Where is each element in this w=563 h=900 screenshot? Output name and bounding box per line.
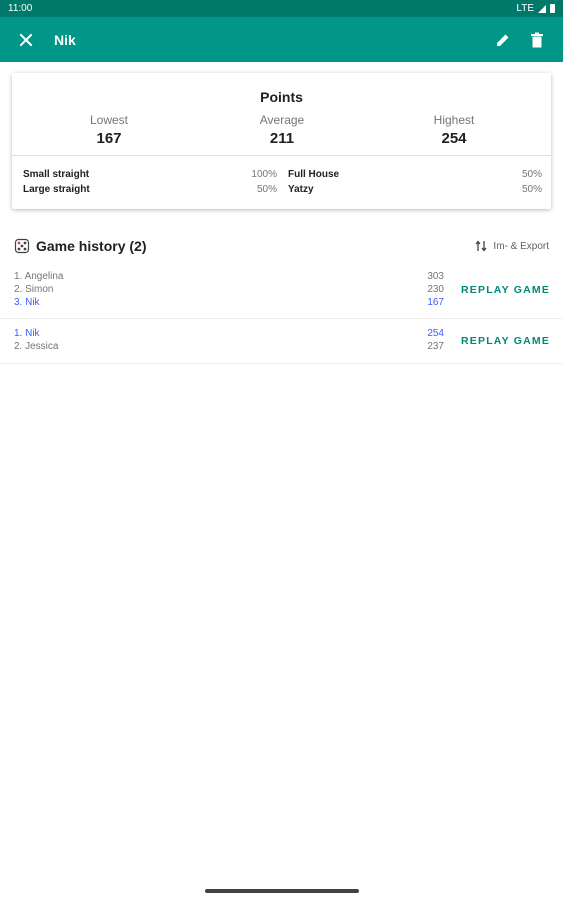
- player-score: 230: [427, 284, 444, 295]
- replay-game-button[interactable]: REPLAY GAME: [461, 284, 550, 296]
- edit-button[interactable]: [491, 28, 515, 52]
- score-list: 303 230 167: [400, 270, 444, 309]
- delete-button[interactable]: [525, 28, 549, 52]
- points-title: Points: [260, 89, 303, 105]
- stat-average: Average 211: [222, 113, 342, 147]
- score-list: 254 237: [400, 327, 444, 353]
- stat-highest-value: 254: [441, 130, 467, 147]
- delete-icon: [531, 32, 543, 47]
- player-score: 303: [427, 271, 444, 282]
- card-divider: [12, 155, 551, 156]
- combo-name: Yatzy: [288, 184, 314, 195]
- import-export-button[interactable]: Im- & Export: [475, 240, 549, 252]
- network-label: LTE: [516, 3, 534, 14]
- swap-vertical-icon: [475, 240, 487, 252]
- import-export-label: Im- & Export: [493, 240, 549, 252]
- edit-icon: [497, 34, 509, 46]
- stat-average-label: Average: [259, 113, 305, 127]
- player-name: 1. Angelina: [14, 271, 64, 282]
- points-card: Points Lowest 167 Average 211 Highest 25…: [12, 73, 551, 209]
- combo-name: Small straight: [23, 169, 90, 180]
- page-title: Nik: [54, 31, 76, 48]
- stat-average-value: 211: [269, 130, 295, 147]
- combo-percent: 50%: [256, 184, 277, 195]
- stat-highest-label: Highest: [433, 113, 475, 127]
- player-name: 2. Simon: [14, 284, 54, 295]
- combo-yatzy: Yatzy 50%: [288, 184, 542, 195]
- combo-name: Full House: [288, 169, 340, 180]
- signal-icon: [538, 4, 546, 13]
- status-time: 11:00: [8, 3, 33, 14]
- combo-percent: 50%: [521, 169, 542, 180]
- navigation-handle[interactable]: [205, 889, 359, 893]
- battery-icon: [550, 4, 555, 13]
- player-name: 1. Nik: [14, 328, 40, 339]
- stat-lowest: Lowest 167: [49, 113, 169, 147]
- history-header: Game history (2) Im- & Export: [14, 236, 549, 256]
- player-name: 2. Jessica: [14, 341, 59, 352]
- player-list: 1. Angelina 2. Simon 3. Nik: [14, 270, 64, 309]
- game-row: 1. Angelina 2. Simon 3. Nik 303 230 167 …: [0, 270, 563, 319]
- history-title: Game history (2): [36, 238, 147, 254]
- game-row: 1. Nik 2. Jessica 254 237 REPLAY GAME: [0, 327, 563, 364]
- combo-small-straight: Small straight 100%: [23, 169, 277, 180]
- player-list: 1. Nik 2. Jessica: [14, 327, 58, 353]
- combo-percent: 50%: [521, 184, 542, 195]
- stat-highest: Highest 254: [394, 113, 514, 147]
- combo-percent: 100%: [251, 169, 277, 180]
- app-bar: Nik: [0, 17, 563, 62]
- stat-lowest-label: Lowest: [89, 113, 129, 127]
- combo-full-house: Full House 50%: [288, 169, 542, 180]
- player-score: 167: [427, 297, 444, 308]
- status-icons: LTE: [516, 3, 555, 14]
- dice-icon: [14, 238, 30, 254]
- replay-game-button[interactable]: REPLAY GAME: [461, 335, 550, 347]
- combo-name: Large straight: [23, 184, 90, 195]
- player-score: 254: [427, 328, 444, 339]
- player-score: 237: [427, 341, 444, 352]
- stat-lowest-value: 167: [96, 130, 122, 147]
- close-icon: [19, 33, 33, 46]
- status-bar: 11:00 LTE: [0, 0, 563, 17]
- combo-large-straight: Large straight 50%: [23, 184, 277, 195]
- close-button[interactable]: [14, 28, 38, 52]
- player-name: 3. Nik: [14, 297, 40, 308]
